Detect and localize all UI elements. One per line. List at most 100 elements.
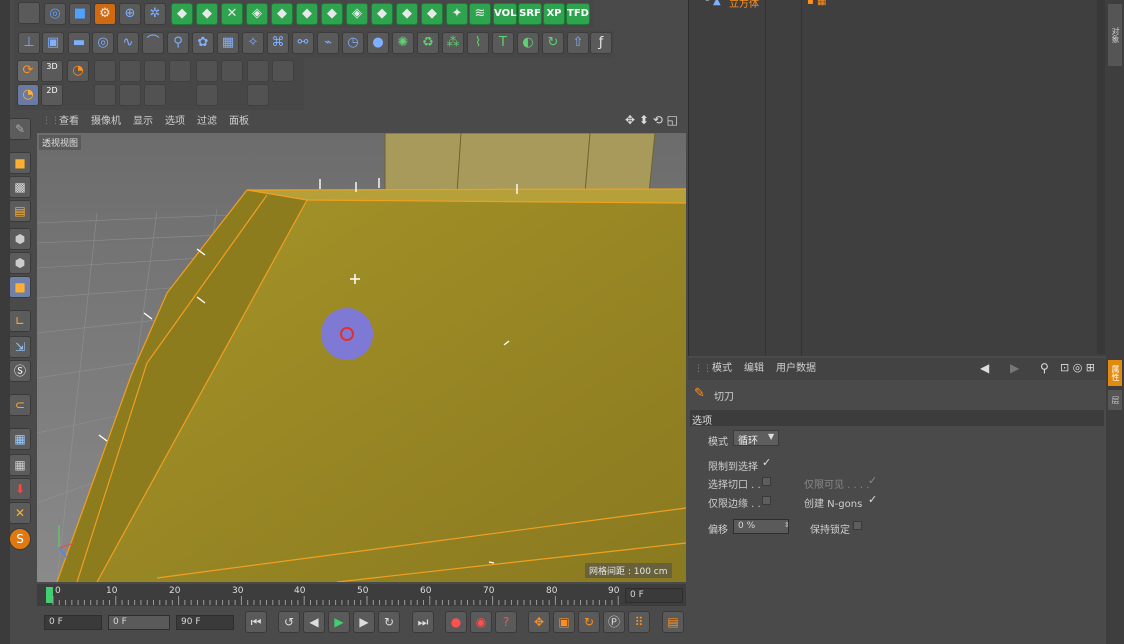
- light-icon[interactable]: ✧: [242, 32, 264, 54]
- xp-button[interactable]: XP: [543, 3, 565, 25]
- object-name[interactable]: 立方体: [729, 0, 759, 10]
- timer-icon[interactable]: ◔: [67, 60, 89, 82]
- object-tags[interactable]: ▪ ▦: [807, 0, 826, 7]
- menu-display[interactable]: 显示: [133, 111, 153, 133]
- polygons-mode-icon[interactable]: ■: [9, 276, 31, 298]
- spline-icon[interactable]: ∿: [117, 32, 139, 54]
- snap-icon-2[interactable]: [119, 60, 141, 82]
- snap-icon-6[interactable]: [221, 60, 243, 82]
- tracer-icon[interactable]: ⌇: [467, 32, 489, 54]
- script-s-icon[interactable]: S: [9, 528, 31, 550]
- plugin-icon-11[interactable]: ◆: [421, 3, 443, 25]
- spiral-icon[interactable]: ↻: [542, 32, 564, 54]
- menu-panel[interactable]: 面板: [229, 111, 249, 133]
- clock-icon[interactable]: ◷: [342, 32, 364, 54]
- param-key-icon[interactable]: Ⓟ: [603, 611, 625, 633]
- visible-only-checkbox[interactable]: ✓: [868, 475, 877, 486]
- plugin-icon-4[interactable]: ◈: [246, 3, 268, 25]
- go-to-start-icon[interactable]: ⏮: [245, 611, 267, 633]
- snap-icon-12[interactable]: [196, 84, 218, 106]
- edges-mode-icon[interactable]: ⬢: [9, 252, 31, 274]
- prev-frame-icon[interactable]: ◀: [303, 611, 325, 633]
- plugin-icon-1[interactable]: ◆: [171, 3, 193, 25]
- tab-objects[interactable]: 对象: [1108, 4, 1122, 66]
- undo-icon[interactable]: [18, 2, 40, 24]
- tweak-icon[interactable]: ⇲: [9, 336, 31, 358]
- sculpt-icon[interactable]: ⇧: [567, 32, 589, 54]
- plugin-icon-8[interactable]: ◈: [346, 3, 368, 25]
- snap-icon-13[interactable]: [247, 84, 269, 106]
- 3d-snap-button[interactable]: 3D: [41, 60, 63, 82]
- attr-menu-userdata[interactable]: 用户数据: [776, 358, 816, 380]
- sun-icon[interactable]: ✺: [392, 32, 414, 54]
- menu-options[interactable]: 选项: [165, 111, 185, 133]
- grid-icon[interactable]: ▦: [217, 32, 239, 54]
- create-ngons-checkbox[interactable]: ✓: [868, 494, 877, 505]
- vol-button[interactable]: VOL: [493, 3, 517, 25]
- snap-icon-9[interactable]: [94, 84, 116, 106]
- picture-viewer-icon[interactable]: ▣: [42, 32, 64, 54]
- attr-menu-mode[interactable]: 模式: [712, 358, 732, 380]
- plugin-icon-12[interactable]: ✦: [446, 3, 468, 25]
- plugin-icon-6[interactable]: ◆: [296, 3, 318, 25]
- cube-primitive-icon[interactable]: ◎: [44, 3, 66, 25]
- effector-icon[interactable]: ♻: [417, 32, 439, 54]
- timeline-bar[interactable]: 0 10 20 30 40 50 60 70 80 90 0 F: [37, 584, 686, 606]
- viewport-scene[interactable]: [37, 133, 686, 582]
- cloner-icon[interactable]: ⊕: [119, 3, 141, 25]
- plugin-icon-2[interactable]: ◆: [196, 3, 218, 25]
- points-mode-icon[interactable]: ⬢: [9, 228, 31, 250]
- text-icon[interactable]: T: [492, 32, 514, 54]
- snap-icon-7[interactable]: [247, 60, 269, 82]
- prev-key-icon[interactable]: ↺: [278, 611, 300, 633]
- restrict-checkbox[interactable]: ✓: [762, 457, 771, 468]
- fracture-icon[interactable]: ◐: [517, 32, 539, 54]
- offset-field[interactable]: 0 %: [733, 519, 789, 534]
- tab-layers[interactable]: 层: [1108, 390, 1122, 410]
- rotate-key-icon[interactable]: ↻: [578, 611, 600, 633]
- timeline-window-icon[interactable]: ▤: [662, 611, 684, 633]
- texture-mode-icon[interactable]: ▩: [9, 176, 31, 198]
- gear-tool-icon[interactable]: ⚙: [94, 3, 116, 25]
- object-scrollbar[interactable]: [1097, 0, 1105, 354]
- min-frame-slider[interactable]: 0 F: [108, 615, 170, 630]
- axis-tool-icon[interactable]: ∟: [9, 310, 31, 332]
- sphere-icon[interactable]: ●: [367, 32, 389, 54]
- attr-forward-icon[interactable]: ▶: [1010, 361, 1019, 375]
- deform-icon[interactable]: ⌒: [142, 32, 164, 54]
- plane-icon[interactable]: ▬: [68, 32, 90, 54]
- cube-icon[interactable]: ■: [69, 3, 91, 25]
- camera-icon[interactable]: ⌘: [267, 32, 289, 54]
- menu-filter[interactable]: 过滤: [197, 111, 217, 133]
- attr-menu-edit[interactable]: 编辑: [744, 358, 764, 380]
- keep-lock-checkbox[interactable]: [853, 521, 862, 530]
- menu-view[interactable]: 查看: [59, 111, 79, 133]
- pla-key-icon[interactable]: ⠿: [628, 611, 650, 633]
- magnet-icon[interactable]: ⊂: [9, 394, 31, 416]
- mode-dropdown[interactable]: 循环 ▼: [733, 430, 779, 447]
- snap-icon-5[interactable]: [196, 60, 218, 82]
- attach-icon[interactable]: ⌁: [317, 32, 339, 54]
- cube-object-icon[interactable]: ▲: [713, 0, 721, 7]
- viewport-nav-icon[interactable]: ✥ ⬍ ⟲ ◱: [625, 113, 678, 127]
- move-key-icon[interactable]: ✥: [528, 611, 550, 633]
- offset-stepper-icon[interactable]: ⇕: [784, 521, 790, 529]
- attr-back-icon[interactable]: ◀: [980, 361, 989, 375]
- end-frame-field[interactable]: 90 F: [176, 615, 234, 630]
- plugin-icon-3[interactable]: ✕: [221, 3, 243, 25]
- menu-camera[interactable]: 摄像机: [91, 111, 121, 133]
- 2d-snap-button[interactable]: 2D: [41, 84, 63, 106]
- snap-icon-11[interactable]: [144, 84, 166, 106]
- play-icon[interactable]: ▶: [328, 611, 350, 633]
- autokey-icon[interactable]: ◉: [470, 611, 492, 633]
- tfd-button[interactable]: TFD: [566, 3, 590, 25]
- symmetry-icon[interactable]: ✕: [9, 502, 31, 524]
- model-mode-icon[interactable]: ✎: [9, 118, 31, 140]
- planar-icon[interactable]: ▦: [9, 454, 31, 476]
- snap-icon-8[interactable]: [272, 60, 294, 82]
- plugin-icon-7[interactable]: ◆: [321, 3, 343, 25]
- record-icon[interactable]: ●: [445, 611, 467, 633]
- coordinate-icon[interactable]: ⊥: [18, 32, 40, 54]
- workplane-lock-icon[interactable]: ▦: [9, 428, 31, 450]
- keyframe-help-icon[interactable]: ?: [495, 611, 517, 633]
